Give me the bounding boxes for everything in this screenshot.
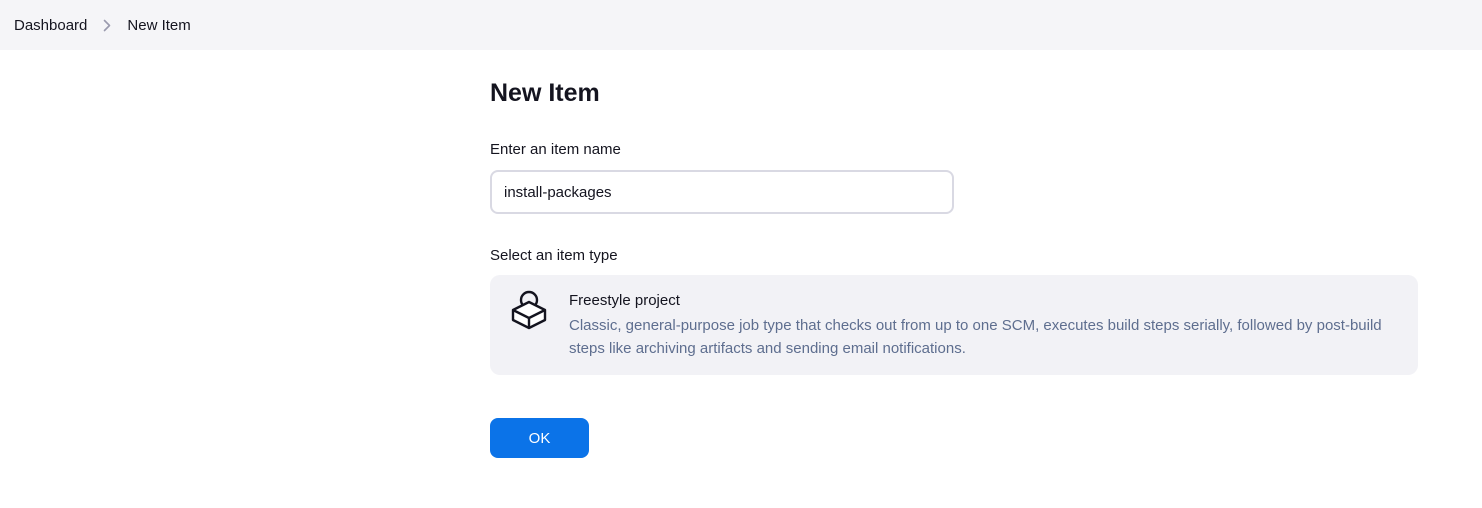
- breadcrumb-bar: Dashboard New Item: [0, 0, 1482, 50]
- item-type-label: Select an item type: [490, 247, 618, 264]
- package-icon: [509, 288, 549, 332]
- item-type-freestyle-project[interactable]: Freestyle project Classic, general-purpo…: [490, 275, 1418, 375]
- page-title: New Item: [490, 79, 600, 107]
- item-type-name: Freestyle project: [569, 292, 680, 309]
- breadcrumb-dashboard[interactable]: Dashboard: [14, 17, 87, 34]
- breadcrumb-new-item[interactable]: New Item: [127, 17, 190, 34]
- ok-button[interactable]: OK: [490, 418, 589, 458]
- chevron-right-icon: [102, 18, 112, 32]
- item-type-description: Classic, general-purpose job type that c…: [569, 317, 1382, 357]
- item-name-label: Enter an item name: [490, 141, 621, 158]
- item-name-input[interactable]: [490, 170, 954, 214]
